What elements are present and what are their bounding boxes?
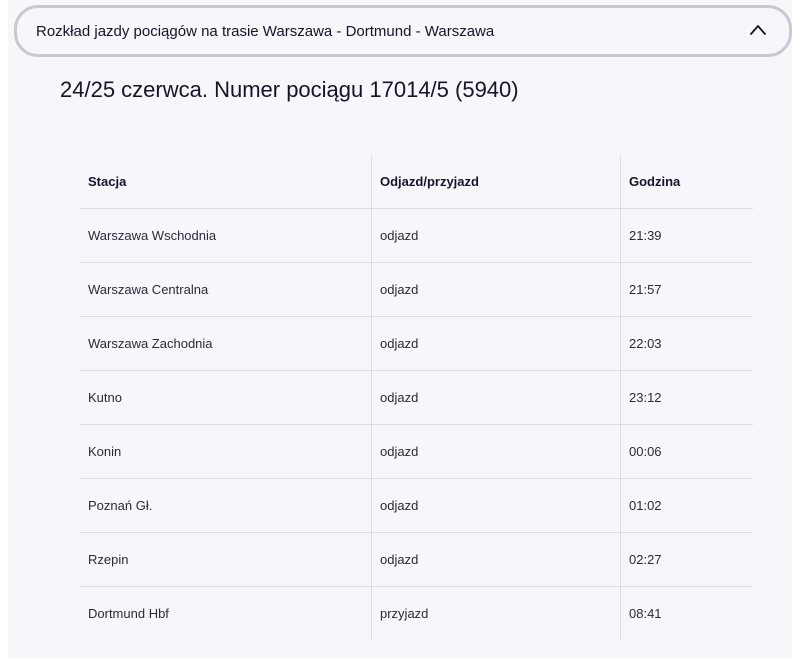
time-cell: 22:03 — [620, 316, 753, 371]
station-cell: Poznań Gł. — [80, 478, 372, 533]
type-cell: odjazd — [371, 424, 621, 479]
station-cell: Warszawa Zachodnia — [80, 316, 372, 371]
time-cell: 02:27 — [620, 532, 753, 587]
column-header-type: Odjazd/przyjazd — [371, 155, 621, 209]
station-cell: Warszawa Wschodnia — [80, 208, 372, 263]
accordion-title: Rozkład jazdy pociągów na trasie Warszaw… — [36, 23, 495, 40]
station-cell: Konin — [80, 424, 372, 479]
table-row: Warszawa Centralna odjazd 21:57 — [80, 262, 753, 317]
type-cell: odjazd — [371, 478, 621, 533]
type-cell: odjazd — [371, 370, 621, 425]
timetable-panel: Rozkład jazdy pociągów na trasie Warszaw… — [8, 0, 792, 658]
table-row: Rzepin odjazd 02:27 — [80, 532, 753, 587]
table-header-row: Stacja Odjazd/przyjazd Godzina — [80, 155, 753, 209]
time-cell: 08:41 — [620, 586, 753, 640]
type-cell: odjazd — [371, 316, 621, 371]
table-row: Warszawa Wschodnia odjazd 21:39 — [80, 208, 753, 263]
station-cell: Dortmund Hbf — [88, 606, 169, 621]
column-header-station: Stacja — [80, 155, 372, 209]
time-cell: 21:57 — [620, 262, 753, 317]
type-cell: odjazd — [371, 208, 621, 263]
time-cell: 21:39 — [620, 208, 753, 263]
table-row: Kutno odjazd 23:12 — [80, 370, 753, 425]
time-cell: 23:12 — [620, 370, 753, 425]
station-cell: Rzepin — [80, 532, 372, 587]
time-cell: 00:06 — [620, 424, 753, 479]
time-cell: 01:02 — [620, 478, 753, 533]
chevron-up-icon[interactable] — [749, 23, 767, 37]
column-header-time: Godzina — [620, 155, 753, 209]
table-row: Poznań Gł. odjazd 01:02 — [80, 478, 753, 533]
table-row: Konin odjazd 00:06 — [80, 424, 753, 479]
station-cell: Warszawa Centralna — [80, 262, 372, 317]
station-cell: Kutno — [80, 370, 372, 425]
table-row: Dortmund Hbf przyjazd 08:41 — [80, 586, 753, 640]
table-row: Warszawa Zachodnia odjazd 22:03 — [80, 316, 753, 371]
type-cell: przyjazd — [371, 586, 621, 640]
timetable: Stacja Odjazd/przyjazd Godzina Warszawa … — [80, 155, 753, 640]
type-cell: odjazd — [371, 262, 621, 317]
type-cell: odjazd — [371, 532, 621, 587]
section-title: 24/25 czerwca. Numer pociągu 17014/5 (59… — [60, 77, 519, 102]
accordion-header[interactable]: Rozkład jazdy pociągów na trasie Warszaw… — [14, 5, 792, 57]
